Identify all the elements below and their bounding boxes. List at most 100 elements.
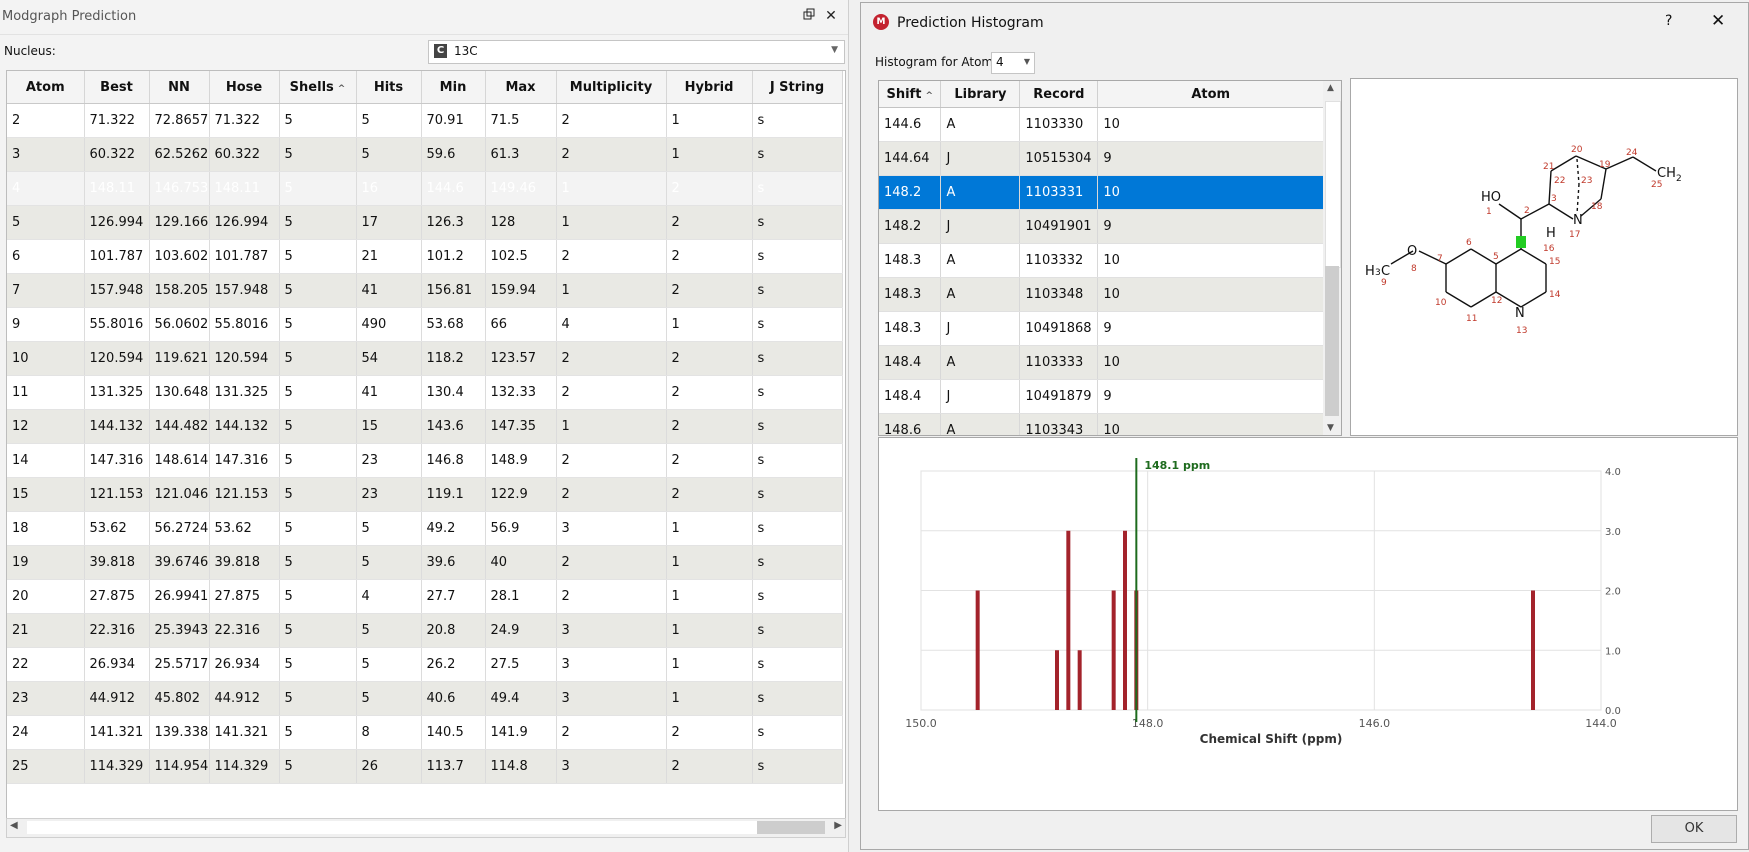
records-vertical-scrollbar[interactable]: ▲ ▼	[1323, 80, 1342, 436]
panel-close-icon[interactable]: ✕	[822, 7, 840, 25]
table-row[interactable]: 4 148.11 146.753 148.11 5 16 144.6 149.46 1 2 s	[7, 171, 843, 206]
dialog-close-button[interactable]: ✕	[1711, 11, 1725, 31]
table-cell: 143.6	[421, 409, 486, 444]
record-cell: 1103348	[1019, 277, 1099, 312]
table-cell: s	[752, 171, 843, 206]
table-cell: 2	[556, 341, 667, 376]
column-header-hose[interactable]: Hose	[209, 71, 280, 104]
record-row[interactable]: 148.2 J 10491901 9	[879, 209, 1324, 244]
table-cell: 2	[556, 137, 667, 172]
table-cell: 131.325	[84, 375, 150, 410]
table-cell: 146.753	[149, 171, 210, 206]
table-cell: 21	[7, 613, 85, 648]
histogram-bar	[1055, 650, 1059, 710]
column-header-multiplicity[interactable]: Multiplicity	[556, 71, 667, 104]
record-row[interactable]: 148.6 A 1103343 10	[879, 413, 1324, 435]
record-row[interactable]: 148.4 J 10491879 9	[879, 379, 1324, 414]
table-cell: 144.482	[149, 409, 210, 444]
table-row[interactable]: 3 60.322 62.5262 60.322 5 5 59.6 61.3 2 1 s	[7, 137, 843, 172]
table-row[interactable]: 18 53.62 56.2724 53.62 5 5 49.2 56.9 3 1 s	[7, 511, 843, 546]
table-cell: 5	[279, 477, 357, 512]
table-cell: 4	[356, 579, 422, 614]
record-row[interactable]: 144.64 J 10515304 9	[879, 141, 1324, 176]
svg-text:8: 8	[1411, 264, 1417, 274]
record-row[interactable]: 148.4 A 1103333 10	[879, 345, 1324, 380]
table-cell: 114.8	[485, 749, 557, 784]
scroll-down-icon[interactable]: ▼	[1327, 423, 1334, 433]
column-header-label: Library	[954, 86, 1007, 102]
table-row[interactable]: 22 26.934 25.5717 26.934 5 5 26.2 27.5 3 1 s	[7, 647, 843, 682]
nucleus-select[interactable]: C 13C ▼	[428, 40, 845, 64]
table-cell: 5	[279, 749, 357, 784]
table-cell: 144.132	[209, 409, 280, 444]
table-row[interactable]: 7 157.948 158.205 157.948 5 41 156.81 159.94 1 2 s	[7, 273, 843, 308]
table-row[interactable]: 14 147.316 148.614 147.316 5 23 146.8 148.9 2 2 s	[7, 443, 843, 478]
table-row[interactable]: 5 126.994 129.166 126.994 5 17 126.3 128 1 2 s	[7, 205, 843, 240]
record-cell: A	[940, 107, 1021, 142]
scroll-up-icon[interactable]: ▲	[1327, 83, 1334, 93]
table-cell: 6	[7, 239, 85, 274]
table-cell: 114.329	[84, 749, 150, 784]
column-header-library[interactable]: Library	[940, 81, 1021, 108]
column-header-min[interactable]: Min	[421, 71, 486, 104]
table-row[interactable]: 19 39.818 39.6746 39.818 5 5 39.6 40 2 1 s	[7, 545, 843, 580]
table-row[interactable]: 9 55.8016 56.0602 55.8016 5 490 53.68 66 4 1 s	[7, 307, 843, 342]
table-row[interactable]: 20 27.875 26.9941 27.875 5 4 27.7 28.1 2 1 s	[7, 579, 843, 614]
column-header-atom[interactable]: Atom	[7, 71, 85, 104]
svg-text:15: 15	[1549, 257, 1560, 267]
histogram-atom-select[interactable]: 4 ▼	[991, 52, 1035, 74]
column-header-atom[interactable]: Atom	[1097, 81, 1324, 108]
table-row[interactable]: 21 22.316 25.3943 22.316 5 5 20.8 24.9 3 1 s	[7, 613, 843, 648]
histogram-bar	[975, 590, 980, 710]
column-header-hits[interactable]: Hits	[356, 71, 422, 104]
column-header-shells[interactable]: Shells ^	[279, 71, 357, 104]
column-header-shift[interactable]: Shift ^	[879, 81, 942, 108]
table-cell: s	[752, 307, 843, 342]
record-cell: 1103332	[1019, 243, 1099, 278]
ok-button[interactable]: OK	[1651, 815, 1737, 843]
table-row[interactable]: 6 101.787 103.602 101.787 5 21 101.2 102.5 2 2 s	[7, 239, 843, 274]
svg-text:CH: CH	[1657, 166, 1676, 181]
record-cell: 148.6	[879, 413, 942, 435]
column-header-nn[interactable]: NN	[149, 71, 210, 104]
scroll-thumb[interactable]	[1325, 266, 1339, 416]
record-cell: 10491901	[1019, 209, 1099, 244]
record-row[interactable]: 148.3 J 10491868 9	[879, 311, 1324, 346]
svg-text:22: 22	[1554, 176, 1565, 186]
column-header-hybrid[interactable]: Hybrid	[666, 71, 753, 104]
table-row[interactable]: 11 131.325 130.648 131.325 5 41 130.4 132.33 2 2 s	[7, 375, 843, 410]
record-cell: A	[940, 175, 1021, 210]
scroll-right-icon[interactable]: ▶	[834, 820, 842, 831]
table-cell: 2	[556, 239, 667, 274]
help-button[interactable]: ?	[1665, 13, 1672, 29]
table-cell: 2	[666, 443, 753, 478]
column-header-label: Shells	[289, 79, 334, 95]
svg-text:3: 3	[1375, 268, 1381, 278]
table-row[interactable]: 24 141.321 139.338 141.321 5 8 140.5 141.9 2 2 s	[7, 715, 843, 750]
table-row[interactable]: 15 121.153 121.046 121.153 5 23 119.1 122.9 2 2 s	[7, 477, 843, 512]
histogram-bar	[1123, 530, 1127, 710]
column-header-best[interactable]: Best	[84, 71, 150, 104]
scroll-thumb[interactable]	[757, 821, 825, 834]
horizontal-scrollbar[interactable]: ◀ ▶	[6, 818, 846, 838]
column-header-j-string[interactable]: J String	[752, 71, 843, 104]
column-header-max[interactable]: Max	[485, 71, 557, 104]
table-row[interactable]: 23 44.912 45.802 44.912 5 5 40.6 49.4 3 1 s	[7, 681, 843, 716]
table-cell: 5	[279, 137, 357, 172]
table-row[interactable]: 10 120.594 119.621 120.594 5 54 118.2 123.57 2 2 s	[7, 341, 843, 376]
svg-text:19: 19	[1599, 160, 1611, 170]
table-cell: 144.132	[84, 409, 150, 444]
record-row[interactable]: 144.6 A 1103330 10	[879, 107, 1324, 142]
restore-icon[interactable]	[800, 7, 818, 25]
column-header-record[interactable]: Record	[1019, 81, 1099, 108]
table-cell: 71.5	[485, 103, 557, 138]
record-row[interactable]: 148.2 A 1103331 10	[879, 175, 1324, 210]
table-row[interactable]: 12 144.132 144.482 144.132 5 15 143.6 147.35 1 2 s	[7, 409, 843, 444]
table-cell: 1	[556, 409, 667, 444]
table-cell: 14	[7, 443, 85, 478]
table-row[interactable]: 2 71.322 72.8657 71.322 5 5 70.91 71.5 2 1 s	[7, 103, 843, 138]
scroll-left-icon[interactable]: ◀	[10, 820, 18, 831]
table-row[interactable]: 25 114.329 114.954 114.329 5 26 113.7 114.8 3 2 s	[7, 749, 843, 784]
record-row[interactable]: 148.3 A 1103332 10	[879, 243, 1324, 278]
record-row[interactable]: 148.3 A 1103348 10	[879, 277, 1324, 312]
